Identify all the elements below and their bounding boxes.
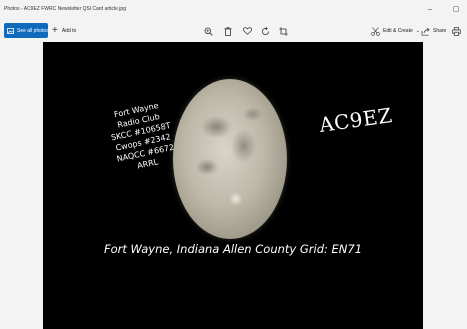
crop-icon[interactable] (276, 24, 290, 38)
maximize-button[interactable]: ▢ (450, 4, 462, 16)
window-title: Photos - AC9EZ FWRC Newsletter QSl Card … (4, 6, 126, 12)
title-bar: Photos - AC9EZ FWRC Newsletter QSl Card … (0, 0, 467, 20)
gallery-icon (7, 27, 14, 34)
print-icon[interactable] (449, 24, 463, 38)
see-all-photos-button[interactable]: See all photos (4, 23, 49, 38)
minimize-button[interactable]: – (424, 4, 436, 16)
see-all-photos-label: See all photos (17, 27, 49, 34)
edit-create-button[interactable]: Edit & Create ⌄ (371, 24, 420, 38)
location-text: Fort Wayne, Indiana Allen County Grid: E… (103, 242, 363, 256)
chevron-down-icon: ⌄ (415, 28, 420, 34)
rotate-icon[interactable] (258, 24, 272, 38)
share-icon (421, 27, 430, 36)
favorite-icon[interactable] (240, 24, 254, 38)
moon-image (173, 79, 287, 239)
add-to-button[interactable]: + Add to (52, 23, 76, 38)
zoom-icon[interactable] (201, 24, 215, 38)
qsl-card-image[interactable]: Fort Wayne Radio Club SKCC #10658T Cwops… (43, 42, 423, 329)
edit-create-label: Edit & Create (383, 28, 413, 34)
plus-icon: + (52, 24, 58, 36)
callsign-text: AC9EZ (317, 103, 394, 137)
delete-icon[interactable] (221, 24, 235, 38)
edit-create-icon (371, 26, 380, 36)
share-button[interactable]: Share (421, 24, 446, 38)
add-to-label: Add to (61, 27, 77, 34)
share-label: Share (433, 28, 447, 34)
photo-viewer: Fort Wayne Radio Club SKCC #10658T Cwops… (0, 42, 467, 329)
toolbar: See all photos + Add to Edit & Create ⌄ … (0, 20, 467, 42)
